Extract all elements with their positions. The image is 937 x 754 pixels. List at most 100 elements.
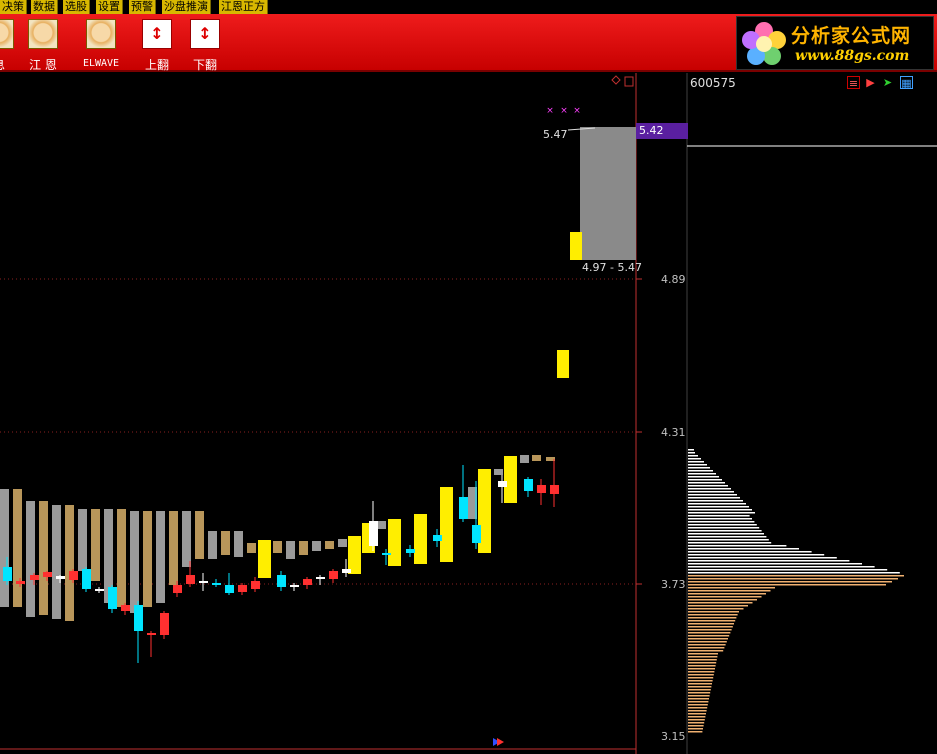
signal-block — [258, 540, 271, 578]
toolbar-button-info[interactable]: 息 — [0, 16, 14, 72]
cursor-arrow-icon[interactable]: ➤ — [881, 76, 894, 89]
volume-profile-bar — [688, 722, 705, 724]
volume-profile-bar — [688, 701, 709, 703]
candle-body — [290, 585, 299, 587]
volume-bar — [117, 509, 126, 607]
flower-logo-icon — [742, 22, 786, 65]
volume-profile-bar — [688, 614, 738, 616]
volume-profile-bar — [688, 467, 710, 469]
volume-profile-bar — [688, 710, 707, 712]
menu-settings[interactable]: 设置 — [96, 0, 123, 14]
volume-profile-bar — [688, 635, 730, 637]
volume-profile-bar — [688, 524, 757, 526]
menu-alert[interactable]: 预警 — [129, 0, 156, 14]
volume-profile-bar — [688, 608, 744, 610]
toolbar-label: ELWAVE — [82, 58, 120, 69]
toolbar-button-gann[interactable]: 江 恩 — [22, 16, 64, 72]
y-axis-label: 3.15 — [661, 730, 686, 743]
volume-bar — [39, 501, 48, 615]
toolbar-label: 下翻 — [192, 58, 217, 72]
signal-block — [348, 536, 361, 574]
logo-url: www.88gs.com — [795, 48, 910, 64]
y-axis-label: 3.73 — [661, 578, 686, 591]
toolbar-label: 江 恩 — [29, 58, 57, 72]
candle-body — [160, 613, 169, 635]
price-range-label: 4.97 - 5.47 — [582, 261, 642, 274]
volume-profile-bar — [688, 521, 755, 523]
flag-icon[interactable]: ▶ — [864, 76, 877, 89]
menu-gann-square[interactable]: 江恩正方 — [219, 0, 268, 14]
marker-icon: × — [546, 106, 554, 116]
stock-code: 600575 — [690, 76, 736, 90]
candle-body — [147, 633, 156, 635]
volume-bar — [520, 455, 529, 463]
menu-sandbox[interactable]: 沙盘推演 — [162, 0, 211, 14]
candle-body — [238, 585, 247, 592]
face-icon — [86, 19, 116, 49]
grid-view-icon[interactable]: ▦ — [900, 76, 913, 90]
candle-body — [95, 589, 104, 591]
face-icon — [0, 19, 14, 49]
volume-bar — [0, 489, 9, 607]
logo-title: 分析家公式网 — [791, 25, 912, 47]
volume-profile-bar — [688, 662, 717, 664]
volume-profile-bar — [688, 677, 714, 679]
menu-stock-select[interactable]: 选股 — [63, 0, 90, 14]
volume-bar — [338, 539, 347, 547]
candle-body — [329, 571, 338, 579]
volume-profile-bar — [688, 488, 731, 490]
marker-icon: × — [573, 106, 581, 116]
y-axis-label: 4.31 — [661, 426, 686, 439]
candle-body — [108, 587, 117, 609]
volume-profile-bar — [688, 605, 748, 607]
menu-data[interactable]: 数据 — [31, 0, 58, 14]
site-logo: 分析家公式网 www.88gs.com — [736, 16, 934, 70]
volume-profile-bar — [688, 455, 698, 457]
candle-body — [303, 579, 312, 585]
menu-decision[interactable]: 决策 — [0, 0, 27, 14]
volume-profile-bar — [688, 596, 762, 598]
candle-body — [134, 605, 143, 631]
toolbar-button-elwave[interactable]: ELWAVE — [78, 16, 124, 70]
volume-profile-bar — [688, 512, 755, 514]
volume-profile-bar — [688, 563, 862, 565]
candle-body — [406, 549, 415, 553]
volume-profile-bar — [688, 464, 707, 466]
report-icon[interactable]: ≡ — [847, 76, 860, 90]
volume-profile-bar — [688, 458, 701, 460]
volume-profile-bar — [688, 554, 825, 556]
candle-body — [186, 575, 195, 584]
scroll-marker-icon — [497, 738, 504, 746]
volume-profile-bar — [688, 587, 775, 589]
volume-bar — [494, 469, 503, 475]
volume-profile-bar — [688, 578, 898, 580]
diamond-icon — [611, 75, 621, 85]
volume-profile-bar — [688, 728, 703, 730]
volume-profile-bar — [688, 629, 732, 631]
volume-profile-bar — [688, 452, 695, 454]
volume-bar — [377, 521, 386, 529]
volume-profile-bar — [688, 593, 766, 595]
volume-profile-bar — [688, 626, 733, 628]
volume-profile-bar — [688, 647, 725, 649]
kline-chart-svg[interactable]: × × × — [0, 73, 937, 754]
volume-profile-bar — [688, 659, 717, 661]
volume-profile-bar — [688, 611, 739, 613]
candle-body — [550, 485, 559, 494]
volume-profile-bar — [688, 674, 714, 676]
volume-profile-bar — [688, 509, 752, 511]
candle-body — [316, 577, 325, 579]
signal-block — [440, 487, 453, 562]
volume-profile-bar — [688, 644, 726, 646]
page-up-button[interactable]: ↕ 上翻 — [138, 16, 176, 72]
volume-profile-bar — [688, 680, 713, 682]
candle-body — [537, 485, 546, 493]
candle-body — [3, 567, 12, 581]
kline-chart-area[interactable]: × × × 600575 ≡ ▶ ➤ ▦ 5.47 5.42 4.97 - 5.47… — [0, 73, 937, 754]
volume-profile-bar — [688, 533, 764, 535]
page-down-button[interactable]: ↕ 下翻 — [186, 16, 224, 72]
current-price-tag: 5.42 — [636, 123, 688, 139]
volume-profile-bar — [688, 548, 799, 550]
volume-profile-bar — [688, 530, 762, 532]
face-icon — [28, 19, 58, 49]
